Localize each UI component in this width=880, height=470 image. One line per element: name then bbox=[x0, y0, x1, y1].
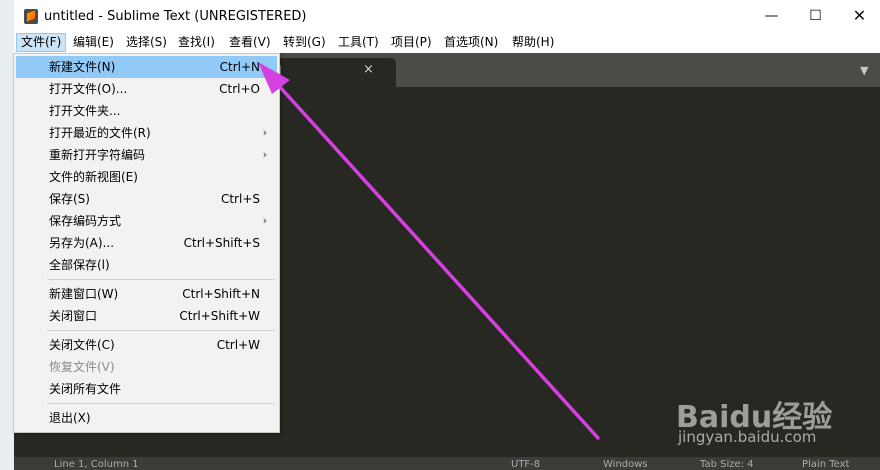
menu-item-revert-file: 恢复文件(V) bbox=[16, 356, 277, 378]
menu-item-label: 关闭窗口 bbox=[49, 309, 98, 323]
menu-item-save-as[interactable]: 另存为(A)... Ctrl+Shift+S bbox=[16, 232, 277, 254]
submenu-arrow-icon: › bbox=[262, 126, 267, 139]
window-title: untitled - Sublime Text (UNREGISTERED) bbox=[44, 9, 307, 24]
maximize-button[interactable]: ☐ bbox=[793, 0, 838, 32]
status-position: Line 1, Column 1 bbox=[54, 459, 139, 470]
menu-item-close-all[interactable]: 关闭所有文件 bbox=[16, 378, 277, 400]
status-tab-size[interactable]: Tab Size: 4 bbox=[700, 459, 754, 470]
menu-item-close-file[interactable]: 关闭文件(C) Ctrl+W bbox=[16, 334, 277, 356]
menu-item-exit[interactable]: 退出(X) bbox=[16, 407, 277, 429]
menu-item-new-window[interactable]: 新建窗口(W) Ctrl+Shift+N bbox=[16, 283, 277, 305]
tab-list-dropdown-icon[interactable]: ▼ bbox=[860, 64, 868, 77]
minimize-button[interactable]: — bbox=[749, 0, 794, 32]
status-syntax[interactable]: Plain Text bbox=[802, 459, 849, 470]
menu-bar: 文件(F) 编辑(E) 选择(S) 查找(I) 查看(V) 转到(G) 工具(T… bbox=[14, 32, 880, 53]
menu-item-new-file[interactable]: 新建文件(N) Ctrl+N bbox=[16, 56, 277, 78]
menu-item-open-file[interactable]: 打开文件(O)... Ctrl+O bbox=[16, 78, 277, 100]
menu-item-save-all[interactable]: 全部保存(l) bbox=[16, 254, 277, 276]
menu-item-new-view[interactable]: 文件的新视图(E) bbox=[16, 166, 277, 188]
menu-item-label: 全部保存(l) bbox=[49, 258, 110, 272]
menu-goto[interactable]: 转到(G) bbox=[279, 34, 330, 51]
menu-item-close-window[interactable]: 关闭窗口 Ctrl+Shift+W bbox=[16, 305, 277, 327]
menu-item-open-recent[interactable]: 打开最近的文件(R) › bbox=[16, 122, 277, 144]
status-encoding[interactable]: UTF-8 bbox=[511, 459, 540, 470]
menu-item-label: 打开文件(O)... bbox=[49, 82, 128, 96]
status-line-endings[interactable]: Windows bbox=[603, 459, 648, 470]
menu-item-shortcut: Ctrl+N bbox=[219, 60, 260, 74]
menu-separator bbox=[47, 279, 275, 280]
title-bar: untitled - Sublime Text (UNREGISTERED) —… bbox=[14, 0, 880, 32]
menu-separator bbox=[47, 330, 275, 331]
menu-item-label: 重新打开字符编码 bbox=[49, 148, 146, 162]
menu-item-shortcut: Ctrl+S bbox=[220, 192, 260, 206]
tab-close-icon[interactable]: × bbox=[363, 62, 374, 77]
file-menu-dropdown: 新建文件(N) Ctrl+N 打开文件(O)... Ctrl+O 打开文件夹..… bbox=[13, 53, 280, 433]
sublime-logo-icon bbox=[24, 9, 38, 24]
menu-help[interactable]: 帮助(H) bbox=[508, 34, 558, 51]
menu-view[interactable]: 查看(V) bbox=[225, 34, 275, 51]
watermark-url: jingyan.baidu.com bbox=[678, 428, 817, 446]
menu-item-label: 另存为(A)... bbox=[49, 236, 115, 250]
menu-item-shortcut: Ctrl+Shift+W bbox=[179, 309, 260, 323]
submenu-arrow-icon: › bbox=[262, 214, 267, 227]
menu-item-label: 退出(X) bbox=[49, 411, 91, 425]
tab-untitled[interactable] bbox=[264, 58, 396, 87]
menu-preferences[interactable]: 首选项(N) bbox=[440, 34, 502, 51]
menu-item-label: 打开最近的文件(R) bbox=[49, 126, 151, 140]
menu-item-label: 保存(S) bbox=[49, 192, 90, 206]
menu-project[interactable]: 项目(P) bbox=[387, 34, 436, 51]
menu-item-reopen-encoding[interactable]: 重新打开字符编码 › bbox=[16, 144, 277, 166]
menu-item-open-folder[interactable]: 打开文件夹... bbox=[16, 100, 277, 122]
menu-tools[interactable]: 工具(T) bbox=[334, 34, 383, 51]
menu-selection[interactable]: 选择(S) bbox=[122, 34, 171, 51]
menu-item-label: 文件的新视图(E) bbox=[49, 170, 138, 184]
menu-item-label: 恢复文件(V) bbox=[49, 360, 115, 374]
menu-edit[interactable]: 编辑(E) bbox=[69, 34, 118, 51]
baidu-watermark: Baidu经验 jingyan.baidu.com bbox=[676, 372, 876, 452]
menu-item-shortcut: Ctrl+W bbox=[216, 338, 260, 352]
menu-item-save[interactable]: 保存(S) Ctrl+S bbox=[16, 188, 277, 210]
menu-find[interactable]: 查找(I) bbox=[174, 34, 219, 51]
close-button[interactable]: ✕ bbox=[837, 0, 880, 32]
menu-item-label: 保存编码方式 bbox=[49, 214, 122, 228]
menu-item-label: 新建窗口(W) bbox=[49, 287, 119, 301]
menu-item-label: 新建文件(N) bbox=[49, 60, 116, 74]
menu-item-shortcut: Ctrl+O bbox=[219, 82, 260, 96]
menu-item-shortcut: Ctrl+Shift+N bbox=[182, 287, 260, 301]
menu-file[interactable]: 文件(F) bbox=[16, 33, 67, 52]
menu-item-shortcut: Ctrl+Shift+S bbox=[183, 236, 260, 250]
menu-item-save-encoding[interactable]: 保存编码方式 › bbox=[16, 210, 277, 232]
menu-item-label: 打开文件夹... bbox=[49, 104, 121, 118]
menu-separator bbox=[47, 403, 275, 404]
menu-item-label: 关闭文件(C) bbox=[49, 338, 115, 352]
status-bar: Line 1, Column 1 UTF-8 Windows Tab Size:… bbox=[14, 457, 880, 470]
submenu-arrow-icon: › bbox=[262, 148, 267, 161]
background-strip bbox=[0, 0, 14, 470]
menu-item-label: 关闭所有文件 bbox=[49, 382, 122, 396]
